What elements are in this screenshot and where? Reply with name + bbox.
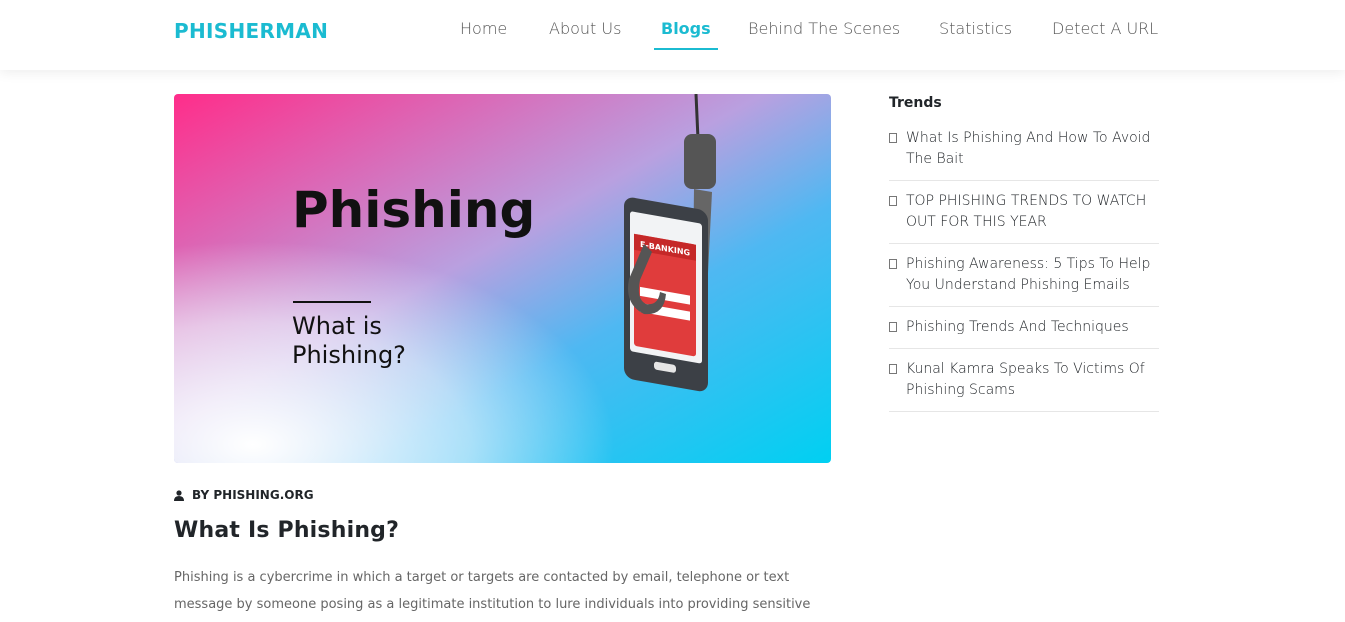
trend-item: TOP PHISHING TRENDS TO WATCH OUT FOR THI… (889, 191, 1159, 244)
bullet-icon (889, 196, 897, 206)
trend-link-kunal-kamra[interactable]: Kunal Kamra Speaks To Victims Of Phishin… (906, 359, 1159, 401)
nav-detect-a-url[interactable]: Detect A URL (1052, 19, 1158, 38)
hero-title: Phishing (292, 181, 535, 239)
nav-blogs[interactable]: Blogs (654, 19, 718, 50)
bullet-icon (889, 322, 897, 332)
trend-link-awareness-tips[interactable]: Phishing Awareness: 5 Tips To Help You U… (906, 254, 1159, 296)
trend-item: What Is Phishing And How To Avoid The Ba… (889, 128, 1159, 181)
trend-link-top-trends[interactable]: TOP PHISHING TRENDS TO WATCH OUT FOR THI… (906, 191, 1159, 233)
author-name[interactable]: BY PHISHING.ORG (192, 488, 314, 502)
trends-sidebar: Trends What Is Phishing And How To Avoid… (889, 95, 1159, 422)
article-author: BY PHISHING.ORG (174, 488, 314, 502)
bullet-icon (889, 364, 897, 374)
nav-behind-the-scenes[interactable]: Behind The Scenes (748, 19, 900, 38)
nav-about-us[interactable]: About Us (549, 19, 621, 38)
trend-item: Phishing Trends And Techniques (889, 317, 1159, 349)
trend-item: Phishing Awareness: 5 Tips To Help You U… (889, 254, 1159, 307)
hero-subtitle-line1: What is (292, 312, 382, 340)
article-title: What Is Phishing? (174, 518, 400, 543)
hero-image: Phishing What is Phishing? E-BANKING (174, 94, 831, 463)
main-nav: Home About Us Blogs Behind The Scenes St… (0, 19, 1345, 51)
phishing-illustration: Phishing What is Phishing? E-BANKING (174, 94, 831, 463)
trend-item: Kunal Kamra Speaks To Victims Of Phishin… (889, 359, 1159, 412)
article-body: Phishing is a cybercrime in which a targ… (174, 570, 811, 612)
trend-link-trends-techniques[interactable]: Phishing Trends And Techniques (906, 317, 1129, 338)
bullet-icon (889, 259, 897, 269)
nav-statistics[interactable]: Statistics (939, 19, 1012, 38)
hero-subtitle-line2: Phishing? (292, 341, 406, 369)
hero-divider (293, 301, 371, 303)
trends-list: What Is Phishing And How To Avoid The Ba… (889, 128, 1159, 412)
user-icon (174, 489, 184, 501)
bullet-icon (889, 133, 897, 143)
nav-home[interactable]: Home (460, 19, 507, 38)
trends-heading: Trends (889, 95, 942, 111)
site-header: PHISHERMAN Home About Us Blogs Behind Th… (0, 0, 1345, 70)
trend-link-what-is-phishing[interactable]: What Is Phishing And How To Avoid The Ba… (906, 128, 1159, 170)
